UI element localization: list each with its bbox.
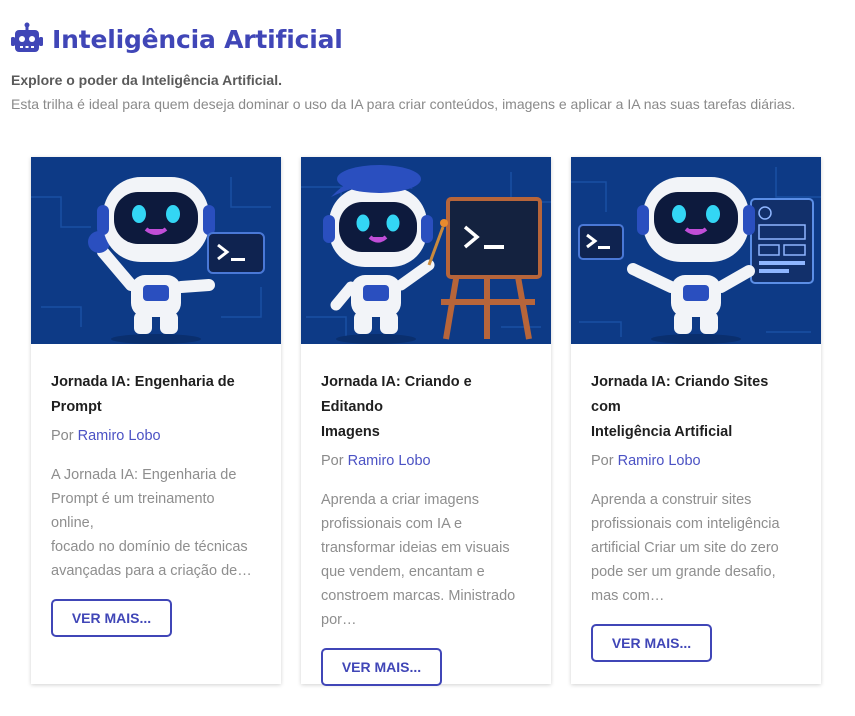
course-author: Por Ramiro Lobo	[321, 453, 431, 469]
robot-icon	[11, 22, 43, 52]
course-card[interactable]: Jornada IA: Criando e Editando Imagens P…	[301, 157, 551, 686]
section-description: Esta trilha é ideal para quem deseja dom…	[11, 96, 796, 112]
course-image[interactable]	[571, 157, 821, 344]
course-excerpt: Aprenda a criar imagens profissionais co…	[321, 492, 516, 628]
course-image[interactable]	[301, 157, 551, 344]
course-card[interactable]: Jornada IA: Criando Sites com Inteligênc…	[571, 157, 821, 684]
ver-mais-button[interactable]: VER MAIS...	[591, 624, 712, 662]
ver-mais-button[interactable]: VER MAIS...	[321, 648, 442, 686]
course-title[interactable]: Jornada IA: Criando Sites com Inteligênc…	[591, 370, 801, 445]
course-card[interactable]: Jornada IA: Engenharia de Prompt Por Ram…	[31, 157, 281, 684]
author-link[interactable]: Ramiro Lobo	[78, 428, 161, 444]
page-title: Inteligência Artificial	[52, 24, 343, 54]
course-excerpt: A Jornada IA: Engenharia de Prompt é um …	[51, 467, 252, 579]
course-author: Por Ramiro Lobo	[591, 453, 701, 469]
page-header: Inteligência Artificial	[10, 22, 343, 56]
course-title[interactable]: Jornada IA: Engenharia de Prompt	[51, 370, 261, 420]
author-link[interactable]: Ramiro Lobo	[618, 453, 701, 469]
section-subtitle: Explore o poder da Inteligência Artifici…	[11, 72, 282, 88]
course-title[interactable]: Jornada IA: Criando e Editando Imagens	[321, 370, 531, 445]
course-author: Por Ramiro Lobo	[51, 428, 161, 444]
course-excerpt: Aprenda a construir sites profissionais …	[591, 492, 780, 604]
course-image[interactable]	[31, 157, 281, 344]
ver-mais-button[interactable]: VER MAIS...	[51, 599, 172, 637]
author-link[interactable]: Ramiro Lobo	[348, 453, 431, 469]
